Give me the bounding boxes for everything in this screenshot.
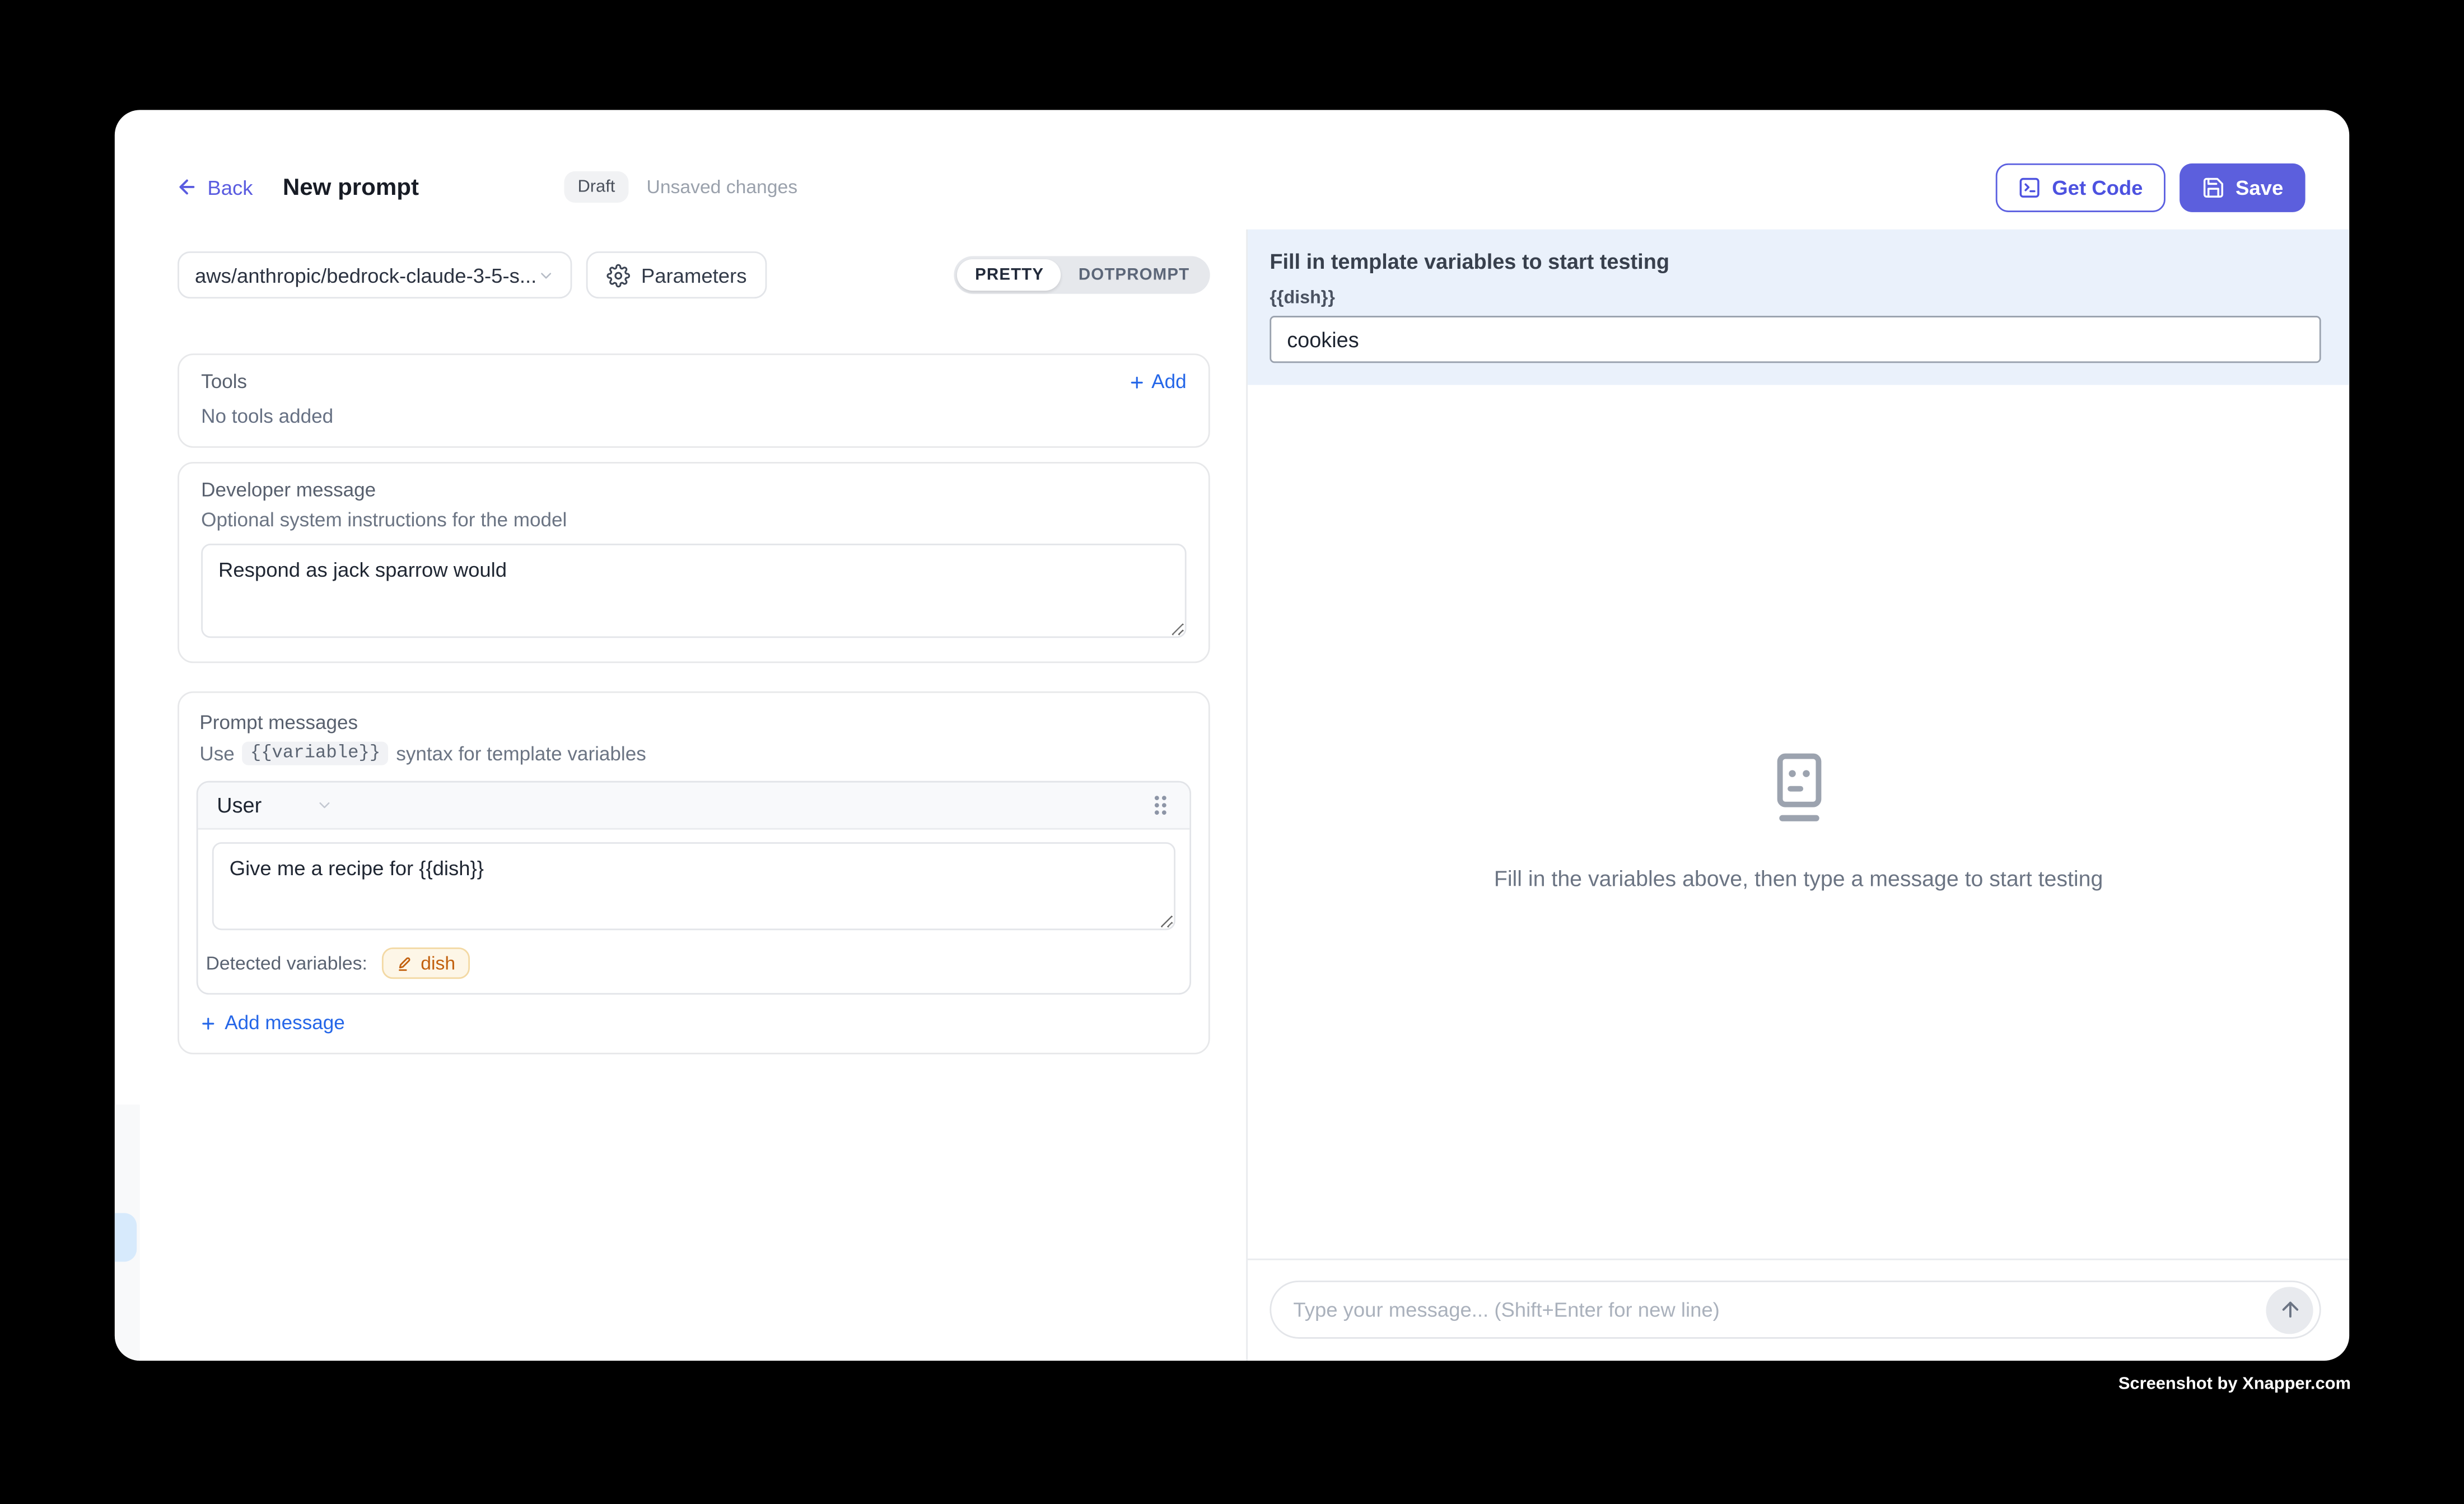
save-button[interactable]: Save [2179, 162, 2306, 211]
pencil-icon [395, 955, 413, 972]
message-textarea[interactable]: Give me a recipe for {{dish}} [212, 842, 1175, 930]
add-message-button[interactable]: Add message [197, 1012, 1191, 1034]
message-body: Give me a recipe for {{dish}} [198, 830, 1190, 938]
chat-input-row [1248, 1259, 2349, 1361]
status-badge: Draft [563, 171, 629, 203]
developer-message-textarea[interactable]: Respond as jack sparrow would [201, 544, 1186, 638]
detected-variables-label: Detected variables: [206, 952, 367, 974]
tools-title: Tools [201, 371, 247, 393]
prompt-messages-hint: Use {{variable}} syntax for template var… [197, 741, 1191, 765]
model-select-value: aws/anthropic/bedrock-claude-3-5-s... [195, 263, 536, 287]
plus-icon [1128, 373, 1145, 390]
chevron-down-icon [538, 267, 555, 284]
parameters-label: Parameters [641, 263, 747, 287]
add-tool-label: Add [1151, 371, 1186, 393]
variable-chip-dish[interactable]: dish [381, 947, 469, 979]
tools-card-header: Tools Add [201, 371, 1186, 393]
back-button[interactable]: Back [176, 175, 253, 199]
template-variables-panel: Fill in template variables to start test… [1248, 230, 2349, 385]
back-label: Back [207, 175, 253, 199]
developer-message-card: Developer message Optional system instru… [178, 462, 1210, 663]
model-row: aws/anthropic/bedrock-claude-3-5-s... Pa… [178, 251, 1210, 298]
parameters-button[interactable]: Parameters [586, 251, 767, 298]
message-header: User [198, 782, 1190, 829]
variable-name-label: {{dish}} [1270, 289, 2321, 308]
chat-empty-state: Fill in the variables above, then type a… [1248, 385, 2349, 1258]
unsaved-changes-note: Unsaved changes [646, 176, 797, 198]
drag-handle-icon[interactable] [1150, 793, 1170, 817]
save-label: Save [2236, 175, 2283, 199]
get-code-button[interactable]: Get Code [1995, 162, 2164, 211]
test-panel: Fill in template variables to start test… [1246, 230, 2349, 1361]
save-icon [2201, 175, 2224, 199]
terminal-icon [2018, 175, 2041, 199]
hint-prefix: Use [199, 742, 234, 764]
sidebar-active-item[interactable] [115, 1213, 137, 1262]
detected-variables-row: Detected variables: dish [198, 938, 1190, 993]
prompt-messages-card: Prompt messages Use {{variable}} syntax … [178, 692, 1210, 1054]
message-role-select[interactable]: User [217, 793, 262, 817]
template-variables-title: Fill in template variables to start test… [1270, 250, 2321, 273]
app-window: Back New prompt Draft Unsaved changes Ge… [115, 110, 2349, 1361]
chat-empty-text: Fill in the variables above, then type a… [1494, 866, 2103, 891]
window-header: Back New prompt Draft Unsaved changes Ge… [115, 110, 2349, 229]
window-body: aws/anthropic/bedrock-claude-3-5-s... Pa… [115, 230, 2349, 1361]
variable-value-input[interactable] [1270, 316, 2321, 363]
message-block: User Give me a recipe for {{dish}} [197, 781, 1191, 995]
arrow-up-icon [2278, 1298, 2301, 1321]
plus-icon [199, 1014, 217, 1031]
variable-chip-label: dish [421, 952, 455, 974]
robot-face-icon [1767, 753, 1830, 825]
tools-empty-text: No tools added [201, 405, 1186, 431]
chevron-down-icon[interactable] [315, 797, 333, 814]
watermark-text: Screenshot by Xnapper.com [2118, 1375, 2351, 1394]
developer-message-subtitle: Optional system instructions for the mod… [201, 509, 1186, 531]
prompt-messages-title: Prompt messages [197, 712, 1191, 734]
model-select[interactable]: aws/anthropic/bedrock-claude-3-5-s... [178, 251, 572, 298]
send-button[interactable] [2266, 1286, 2313, 1333]
toggle-option-pretty[interactable]: PRETTY [958, 259, 1061, 291]
chat-input-container [1270, 1281, 2321, 1339]
tools-card: Tools Add No tools added [178, 353, 1210, 447]
gear-icon [606, 263, 630, 287]
add-message-label: Add message [225, 1012, 344, 1034]
screenshot-stage: Back New prompt Draft Unsaved changes Ge… [0, 0, 2464, 1503]
prompt-editor-panel: aws/anthropic/bedrock-claude-3-5-s... Pa… [115, 230, 1246, 1361]
hint-suffix: syntax for template variables [396, 742, 646, 764]
view-mode-toggle: PRETTY DOTPROMPT [955, 256, 1210, 293]
chat-message-input[interactable] [1271, 1298, 2266, 1321]
toggle-option-dotprompt[interactable]: DOTPROMPT [1061, 259, 1207, 291]
variable-syntax-chip: {{variable}} [242, 741, 388, 765]
get-code-label: Get Code [2052, 175, 2143, 199]
developer-message-title: Developer message [201, 479, 1186, 501]
add-tool-button[interactable]: Add [1128, 371, 1187, 393]
page-title: New prompt [283, 174, 419, 200]
arrow-left-icon [176, 176, 198, 198]
